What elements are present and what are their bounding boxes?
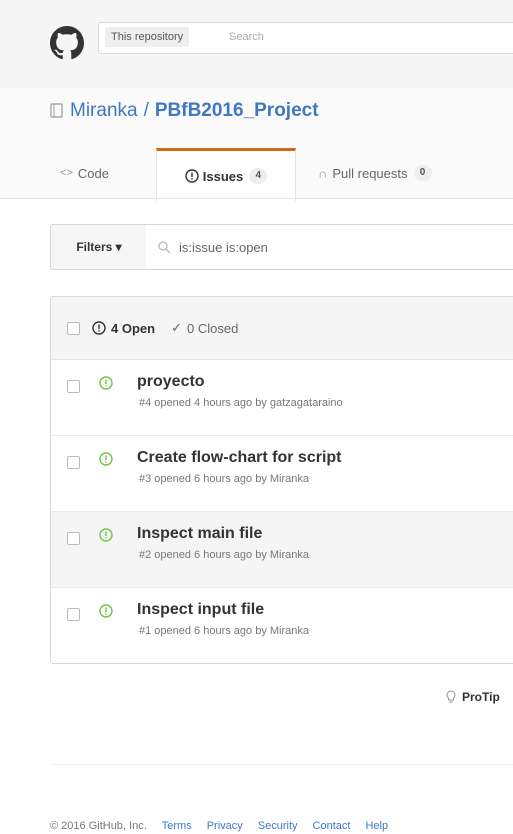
issue-row[interactable]: Inspect main file #2 opened 6 hours ago … xyxy=(51,512,513,588)
issues-filter-bar: Filters ▾ is:issue is:open xyxy=(50,224,513,270)
issue-meta: #1 opened 6 hours ago by Miranka xyxy=(139,625,310,637)
code-icon: <> xyxy=(60,167,73,179)
issue-row[interactable]: Inspect input file #1 opened 6 hours ago… xyxy=(51,588,513,663)
repo-icon xyxy=(50,103,63,118)
issues-list: 4 Open ✓ 0 Closed proyecto #4 opened 4 h… xyxy=(50,296,513,664)
issue-meta: #3 opened 6 hours ago by Miranka xyxy=(139,473,310,485)
issues-list-header: 4 Open ✓ 0 Closed xyxy=(51,297,513,360)
footer-link-help[interactable]: Help xyxy=(365,820,388,832)
issue-checkbox[interactable] xyxy=(67,380,80,393)
issues-search-query: is:issue is:open xyxy=(179,239,268,255)
tab-issues[interactable]: Issues 4 xyxy=(156,148,296,201)
footer-divider xyxy=(50,764,513,765)
issues-search-input[interactable]: is:issue is:open xyxy=(146,224,513,270)
closed-issues-link[interactable]: ✓ 0 Closed xyxy=(171,320,238,336)
protip-label: ProTip xyxy=(462,690,500,704)
issues-count-badge: 4 xyxy=(249,168,268,184)
repo-name-link[interactable]: PBfB2016_Project xyxy=(155,100,319,122)
tab-code-label: Code xyxy=(77,165,109,181)
site-search[interactable]: This repository Search xyxy=(98,22,513,54)
issue-checkbox[interactable] xyxy=(67,456,80,469)
footer-copyright: © 2016 GitHub, Inc. xyxy=(50,820,147,832)
issue-title-link[interactable]: Inspect main file xyxy=(137,525,262,543)
pull-requests-count-badge: 0 xyxy=(413,165,432,181)
github-logo-icon[interactable] xyxy=(50,26,84,60)
check-icon: ✓ xyxy=(171,320,182,335)
search-scope-label: This repository xyxy=(105,27,190,47)
issue-row[interactable]: Create flow-chart for script #3 opened 6… xyxy=(51,436,513,512)
site-footer: © 2016 GitHub, Inc. Terms Privacy Securi… xyxy=(50,820,388,832)
repo-nav-tabs: <> Code Issues 4 ∩ Pull requests 0 xyxy=(50,148,513,201)
light-bulb-icon xyxy=(446,690,456,703)
tabs-divider xyxy=(0,198,513,199)
footer-link-security[interactable]: Security xyxy=(258,820,298,832)
search-input[interactable]: Search xyxy=(229,27,264,47)
open-issues-label: 4 Open xyxy=(111,320,156,336)
open-issues-link[interactable]: 4 Open xyxy=(92,321,155,336)
repo-separator: / xyxy=(143,100,149,121)
filters-button[interactable]: Filters ▾ xyxy=(50,224,148,270)
footer-link-terms[interactable]: Terms xyxy=(162,820,192,832)
issue-title-link[interactable]: Create flow-chart for script xyxy=(137,449,341,467)
issue-opened-icon xyxy=(99,376,113,390)
issue-opened-icon xyxy=(99,604,113,618)
issue-opened-icon xyxy=(99,528,113,542)
issue-checkbox[interactable] xyxy=(67,608,80,621)
select-all-checkbox[interactable] xyxy=(67,321,80,335)
issue-row[interactable]: proyecto #4 opened 4 hours ago by gatzag… xyxy=(51,360,513,436)
issue-title-link[interactable]: proyecto xyxy=(137,373,205,391)
issue-title-link[interactable]: Inspect input file xyxy=(137,601,264,619)
repo-owner-link[interactable]: Miranka xyxy=(70,100,138,122)
issue-meta: #4 opened 4 hours ago by gatzagataraino xyxy=(139,397,343,409)
footer-link-privacy[interactable]: Privacy xyxy=(207,820,243,832)
git-pull-request-icon: ∩ xyxy=(318,165,328,181)
issue-checkbox[interactable] xyxy=(67,532,80,545)
issue-opened-icon xyxy=(99,452,113,466)
top-header: This repository Search xyxy=(0,0,513,89)
tab-issues-label: Issues xyxy=(202,168,244,184)
tab-pull-requests-label: Pull requests xyxy=(332,165,408,181)
footer-link-contact[interactable]: Contact xyxy=(313,820,351,832)
search-icon xyxy=(158,240,171,254)
issue-opened-icon xyxy=(92,321,106,335)
issue-opened-icon xyxy=(185,169,199,183)
protip: ProTip xyxy=(446,690,500,704)
tab-code[interactable]: <> Code xyxy=(60,150,109,196)
issue-meta: #2 opened 6 hours ago by Miranka xyxy=(139,549,310,561)
repo-title: Miranka / PBfB2016_Project xyxy=(50,100,319,122)
closed-issues-label: 0 Closed xyxy=(186,320,239,336)
tab-pull-requests[interactable]: ∩ Pull requests 0 xyxy=(318,150,432,196)
